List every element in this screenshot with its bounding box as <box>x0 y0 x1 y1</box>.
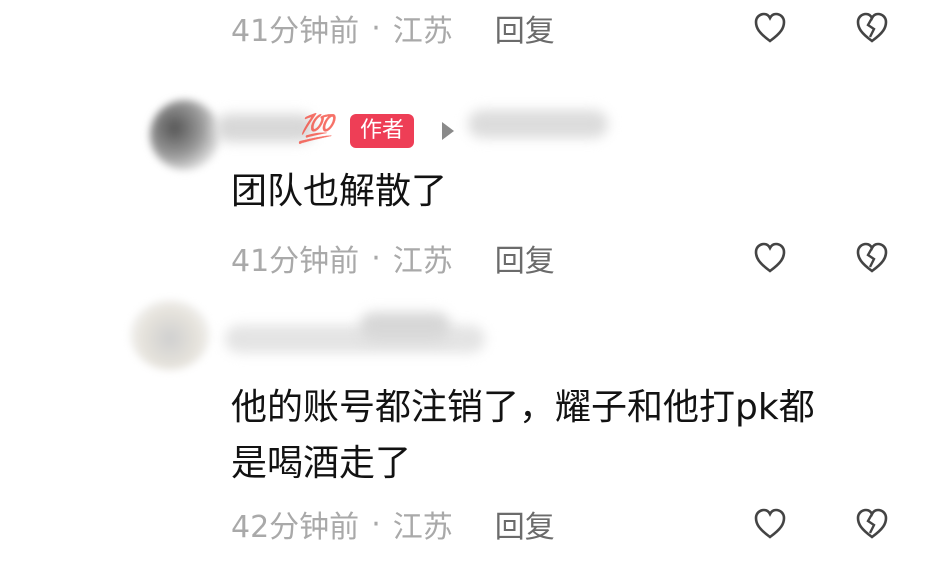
reply-button[interactable]: 回复 <box>495 502 555 546</box>
comment-location: 江苏 <box>392 510 453 545</box>
username-blurred-fragment <box>360 312 450 340</box>
comment-time: 41分钟前 <box>231 14 360 49</box>
comment-text-line-1: 他的账号都注销了，耀子和他打pk都 <box>231 387 815 428</box>
heart-outline-icon[interactable] <box>753 508 787 540</box>
hundred-emoji: 💯 <box>298 112 333 145</box>
avatar[interactable] <box>130 300 210 370</box>
broken-heart-icon[interactable] <box>855 242 889 274</box>
separator-dot: · <box>371 506 381 542</box>
reply-button[interactable]: 回复 <box>495 236 555 280</box>
comment-time: 41分钟前 <box>231 244 360 279</box>
avatar[interactable] <box>150 100 220 170</box>
comment-meta: 41分钟前 · 江苏 回复 <box>231 6 555 50</box>
comment-time: 42分钟前 <box>231 510 360 545</box>
reply-target-name-blurred[interactable] <box>468 110 608 138</box>
comment-location: 江苏 <box>392 244 453 279</box>
broken-heart-icon[interactable] <box>855 508 889 540</box>
broken-heart-icon[interactable] <box>855 12 889 44</box>
comment-text-line-2: 是喝酒走了 <box>231 443 412 484</box>
separator-dot: · <box>371 10 381 46</box>
reply-button[interactable]: 回复 <box>495 6 555 50</box>
comment-meta: 42分钟前 · 江苏 回复 <box>231 502 555 546</box>
separator-dot: · <box>371 240 381 276</box>
comment-location: 江苏 <box>392 14 453 49</box>
heart-outline-icon[interactable] <box>753 242 787 274</box>
reply-arrow-icon <box>442 122 454 140</box>
comment-text: 团队也解散了 <box>231 171 448 212</box>
heart-outline-icon[interactable] <box>753 12 787 44</box>
author-badge: 作者 <box>350 114 415 148</box>
comment-meta: 41分钟前 · 江苏 回复 <box>231 236 555 280</box>
